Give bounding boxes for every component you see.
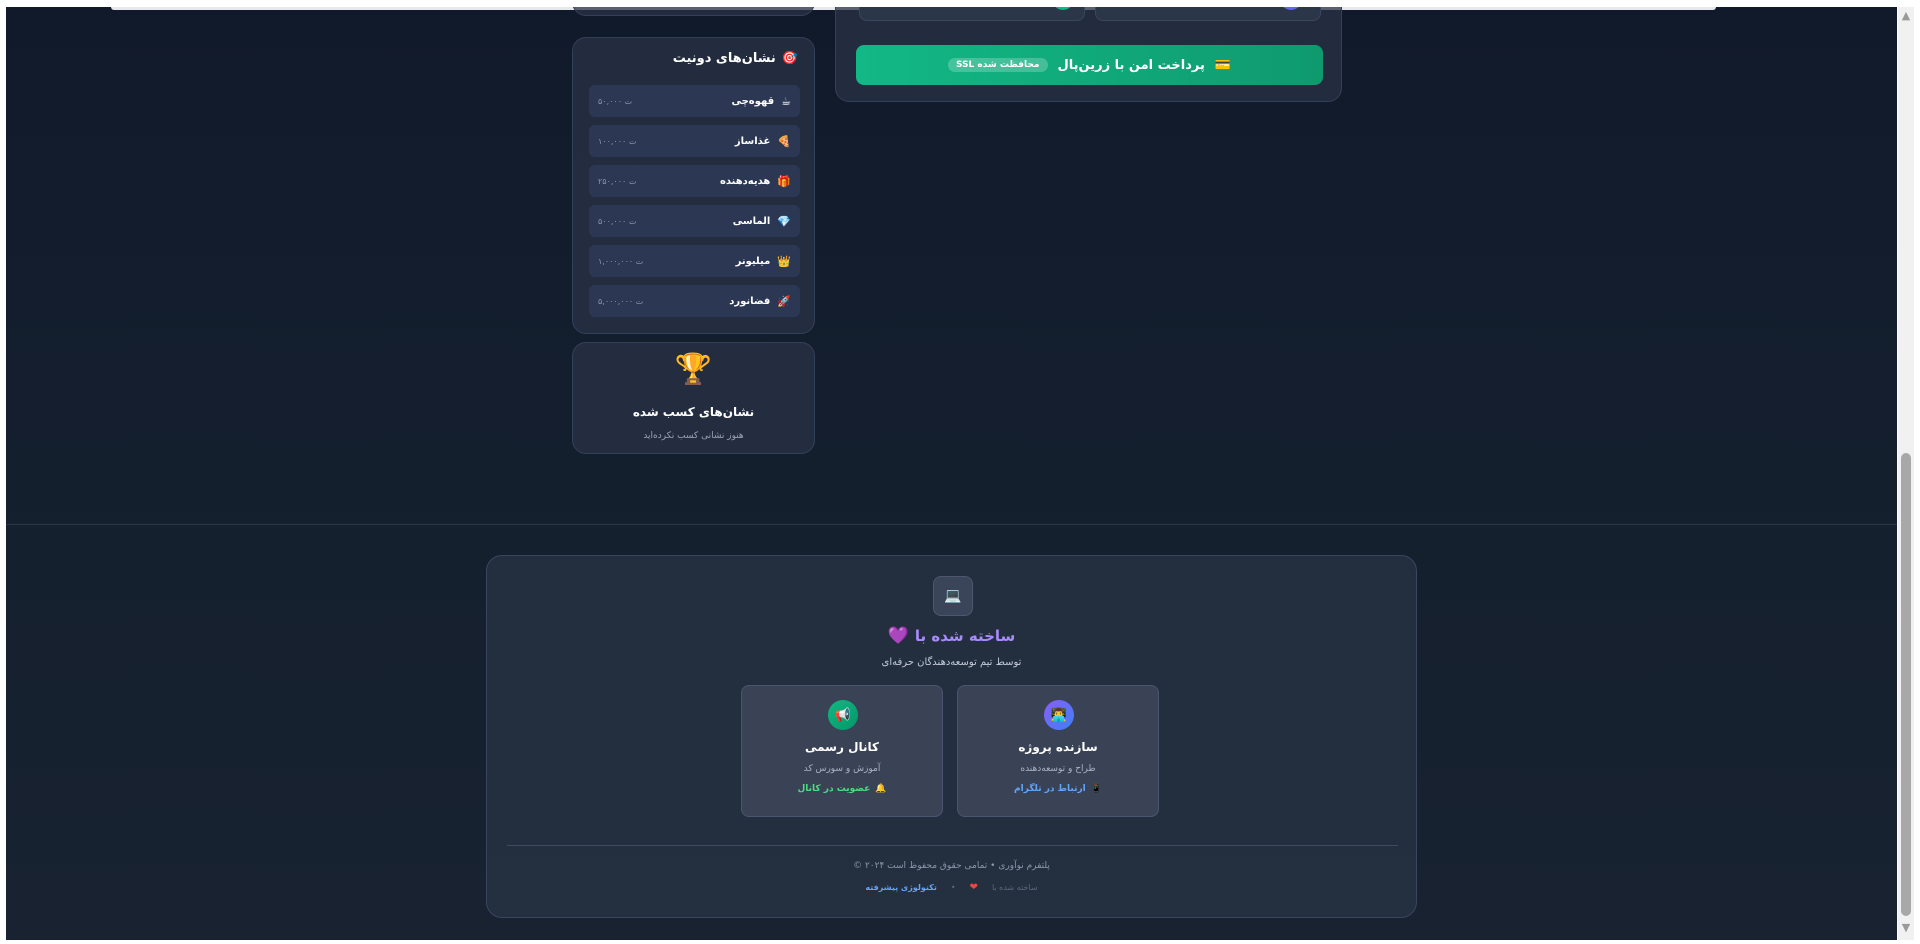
phone-icon: 📱 <box>1090 784 1102 794</box>
heart-icon: 💜 <box>887 626 909 646</box>
page-viewport: 💳 پرداخت امن با زرین‌پال SSL محافظت شده … <box>6 7 1897 940</box>
badge-label: میلیونر <box>735 255 771 267</box>
payment-card: 💳 پرداخت امن با زرین‌پال SSL محافظت شده <box>835 7 1342 102</box>
badge-label: قهوه‌چی <box>731 95 775 107</box>
earned-subtitle: هنوز نشانی کسب نکرده‌اید <box>643 431 744 441</box>
trophy-icon: 🏆 <box>674 352 713 387</box>
made-with-heading: ساخته شده با 💜 <box>487 626 1416 646</box>
scrollbar-thumb[interactable] <box>1901 453 1911 916</box>
pizza-icon: 🍕 <box>777 134 791 148</box>
bell-icon: 🔔 <box>875 784 887 794</box>
channel-title: کانال رسمی <box>805 740 879 754</box>
badge-row-gift[interactable]: 🎁 هدیه‌دهنده ۲۵۰,۰۰۰ ت <box>589 165 800 197</box>
footer-separator <box>507 845 1398 846</box>
telegram-contact-label: ارتباط در تلگرام <box>1014 784 1086 794</box>
payment-option-card[interactable] <box>859 7 1085 21</box>
badge-row-food[interactable]: 🍕 غذاساز ۱۰۰,۰۰۰ ت <box>589 125 800 157</box>
rocket-icon: 🚀 <box>777 294 791 308</box>
section-divider <box>6 524 1897 525</box>
scroll-down-arrow-icon[interactable]: ▼ <box>1900 922 1912 934</box>
badge-label: الماسی <box>732 215 771 227</box>
site-footer: 💻 ساخته شده با 💜 توسط تیم توسعه‌دهندگان … <box>486 555 1417 918</box>
megaphone-icon: 📢 <box>828 700 858 730</box>
badges-title-text: نشان‌های دونیت <box>672 51 776 66</box>
badge-row-millionaire[interactable]: 👑 میلیونر ۱,۰۰۰,۰۰۰ ت <box>589 245 800 277</box>
made-with-text: ساخته شده با <box>914 627 1016 645</box>
badge-row-diamond[interactable]: 💎 الماسی ۵۰۰,۰۰۰ ت <box>589 205 800 237</box>
option-icon <box>1052 7 1074 10</box>
earned-badges-card: 🏆 نشان‌های کسب شده هنوز نشانی کسب نکرده‌… <box>572 342 815 454</box>
red-heart-icon: ❤ <box>969 882 978 893</box>
copyright-text: © ۲۰۲۴ پلتفرم نوآوری • تمامی حقوق محفوظ … <box>853 861 1050 871</box>
channel-card: 📢 کانال رسمی آموزش و سورس کد 🔔 عضویت در … <box>741 685 943 817</box>
badges-title: 🎯 نشان‌های دونیت <box>673 51 798 66</box>
gift-icon: 🎁 <box>777 174 791 188</box>
donate-badges-card: 🎯 نشان‌های دونیت ☕ قهوه‌چی ۵۰,۰۰۰ ت 🍕 غذ… <box>572 37 815 334</box>
telegram-contact-link[interactable]: 📱 ارتباط در تلگرام <box>958 784 1158 794</box>
badge-amount: ۵۰۰,۰۰۰ ت <box>598 216 637 226</box>
badge-amount: ۵,۰۰۰,۰۰۰ ت <box>598 296 644 306</box>
payment-option-card[interactable] <box>1095 7 1321 21</box>
badge-row-coffee[interactable]: ☕ قهوه‌چی ۵۰,۰۰۰ ت <box>589 85 800 117</box>
made-with-subtitle: توسط تیم توسعه‌دهندگان حرفه‌ای <box>881 657 1022 668</box>
separator-dot: • <box>950 883 956 892</box>
badge-label: فضانورد <box>729 295 771 307</box>
creator-card: 👨‍💻 سازنده پروژه طراح و توسعه‌دهنده 📱 ار… <box>957 685 1159 817</box>
scroll-up-arrow-icon[interactable]: ▲ <box>1900 10 1912 22</box>
technology-link[interactable]: تکنولوژی پیشرفته <box>865 883 936 892</box>
join-channel-label: عضویت در کانال <box>797 784 871 794</box>
crown-icon: 👑 <box>777 254 791 268</box>
earned-title: نشان‌های کسب شده <box>632 405 755 419</box>
creator-title: سازنده پروژه <box>1018 740 1098 754</box>
channel-subtitle: آموزش و سورس کد <box>803 764 881 774</box>
badge-label: غذاساز <box>734 135 771 147</box>
credit-card-icon: 💳 <box>1214 57 1232 73</box>
developer-icon: 👨‍💻 <box>1044 700 1074 730</box>
badge-amount: ۱,۰۰۰,۰۰۰ ت <box>598 256 644 266</box>
laptop-icon: 💻 <box>933 576 973 616</box>
ssl-badge: SSL محافظت شده <box>947 58 1048 72</box>
footer-bottom-line: ساخته شده با ❤ • تکنولوژی پیشرفته <box>487 882 1416 893</box>
secure-payment-button[interactable]: 💳 پرداخت امن با زرین‌پال SSL محافظت شده <box>856 45 1323 85</box>
badge-amount: ۲۵۰,۰۰۰ ت <box>598 176 637 186</box>
diamond-icon: 💎 <box>777 214 791 228</box>
partial-card-top <box>572 7 815 16</box>
badge-amount: ۱۰۰,۰۰۰ ت <box>598 136 637 146</box>
join-channel-link[interactable]: 🔔 عضویت در کانال <box>742 784 942 794</box>
badge-row-astronaut[interactable]: 🚀 فضانورد ۵,۰۰۰,۰۰۰ ت <box>589 285 800 317</box>
coffee-icon: ☕ <box>781 94 791 108</box>
badge-amount: ۵۰,۰۰۰ ت <box>598 96 633 106</box>
creator-subtitle: طراح و توسعه‌دهنده <box>1020 764 1096 774</box>
payment-button-label: پرداخت امن با زرین‌پال <box>1057 57 1205 73</box>
option-icon <box>1280 7 1302 10</box>
badge-label: هدیه‌دهنده <box>719 175 771 187</box>
footer-made-with: ساخته شده با <box>991 883 1038 892</box>
target-icon: 🎯 <box>781 51 798 66</box>
